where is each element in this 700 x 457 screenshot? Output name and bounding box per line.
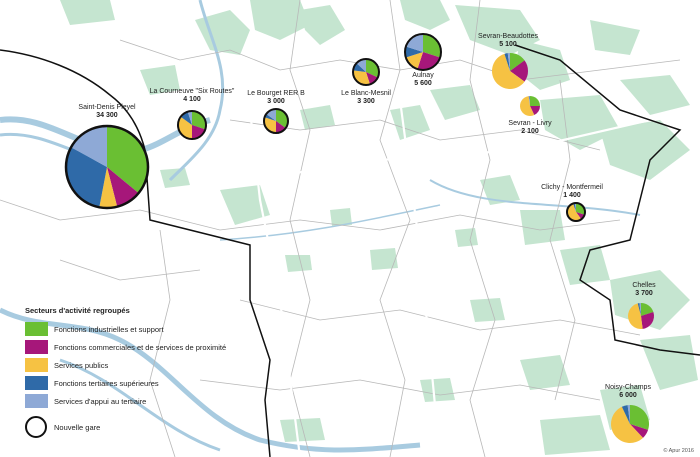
legend-item-commercial: Fonctions commerciales et de services de… (25, 338, 226, 356)
station-name: Le Bourget RER B (247, 90, 305, 97)
pie-saint-denis-pleyel[interactable] (64, 124, 150, 210)
legend-swatch (25, 394, 48, 408)
legend-label: Fonctions commerciales et de services de… (54, 342, 227, 352)
pie-noisy-champs (610, 405, 649, 444)
station-name: Noisy-Champs (605, 384, 651, 391)
label-saint-denis-pleyel: Saint-Denis Pleyel 34 300 (78, 104, 135, 120)
station-count: 3 700 (635, 290, 653, 297)
legend-item-tertiary: Fonctions tertiaires supérieures (25, 374, 226, 392)
label-le-blanc-mesnil: Le Blanc-Mesnil 3 300 (341, 90, 391, 106)
legend-label: Fonctions industrielles et support (54, 324, 164, 334)
station-count: 5 100 (499, 41, 517, 48)
legend-label: Services d'appui au tertiaire (54, 396, 147, 406)
label-la-courneuve: La Courneuve "Six Routes" 4 100 (150, 88, 235, 104)
pie-le-blanc-mesnil[interactable] (352, 58, 380, 86)
pie-clichy-montfermeil[interactable] (566, 202, 586, 222)
station-count: 3 300 (357, 98, 375, 105)
legend-title: Secteurs d'activité regroupés (25, 306, 130, 315)
station-name: Sevran - Livry (508, 120, 552, 127)
station-name: Clichy - Montfermeil (541, 184, 603, 191)
nouvelle-gare-ring-icon (25, 416, 47, 438)
legend-item-industrial: Fonctions industrielles et support (25, 320, 226, 338)
label-chelles: Chelles 3 700 (632, 282, 655, 298)
pie-sevran-beaudottes (492, 53, 529, 89)
legend-item-support: Services d'appui au tertiaire (25, 392, 226, 410)
legend-swatch (25, 322, 48, 336)
legend-swatch (25, 358, 48, 372)
legend-swatch (25, 376, 48, 390)
legend-label: Nouvelle gare (54, 422, 101, 432)
label-sevran-livry: Sevran - Livry 2 100 (508, 120, 551, 136)
pie-chelles (627, 303, 654, 329)
label-sevran-beaudottes: Sevran-Beaudottes 5 100 (478, 33, 538, 49)
station-name: La Courneuve "Six Routes" (149, 88, 235, 95)
copyright: © Apur 2016 (663, 448, 694, 454)
legend-label: Fonctions tertiaires supérieures (54, 378, 159, 388)
label-noisy-champs: Noisy-Champs 6 000 (605, 384, 651, 400)
station-name: Chelles (632, 282, 656, 289)
legend-item-nouvelle-gare: Nouvelle gare (25, 415, 226, 439)
station-count: 4 100 (183, 96, 201, 103)
station-count: 6 000 (619, 392, 637, 399)
legend: Secteurs d'activité regroupés Fonctions … (25, 306, 226, 439)
station-count: 1 400 (563, 192, 581, 199)
label-aulnay: Aulnay 5 600 (412, 72, 433, 88)
label-clichy-montfermeil: Clichy - Montfermeil 1 400 (541, 184, 603, 200)
station-name: Saint-Denis Pleyel (78, 104, 136, 111)
station-count: 3 000 (267, 98, 285, 105)
pie-le-bourget[interactable] (263, 108, 289, 134)
pie-aulnay[interactable] (404, 33, 442, 71)
station-count: 5 600 (414, 80, 432, 87)
pie-la-courneuve[interactable] (177, 110, 207, 140)
station-name: Le Blanc-Mesnil (341, 90, 391, 97)
legend-item-public: Services publics (25, 356, 226, 374)
label-le-bourget: Le Bourget RER B 3 000 (247, 90, 305, 106)
station-count: 34 300 (96, 112, 118, 119)
pie-sevran-livry (520, 96, 540, 116)
station-name: Sevran-Beaudottes (478, 33, 538, 40)
map: Saint-Denis Pleyel 34 300 La Courneuve "… (0, 0, 700, 457)
legend-label: Services publics (54, 360, 109, 370)
legend-swatch (25, 340, 48, 354)
pie-slice-industrial (530, 96, 540, 106)
station-count: 2 100 (521, 128, 539, 135)
station-name: Aulnay (412, 72, 434, 79)
